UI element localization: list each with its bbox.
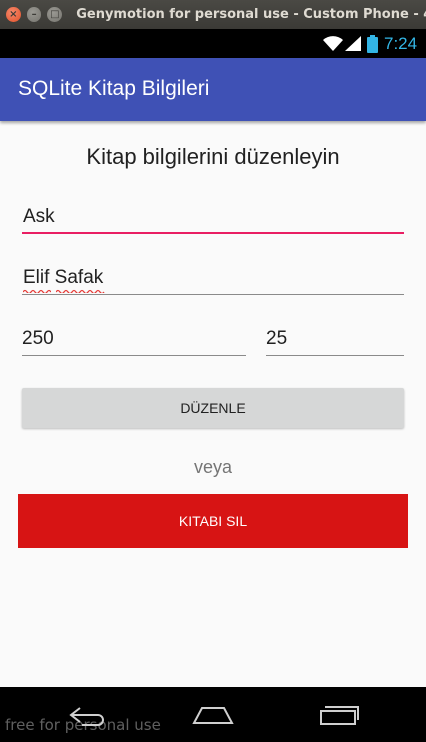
home-icon[interactable] <box>192 704 234 726</box>
author-underline <box>22 294 404 295</box>
app-title: SQLite Kitap Bilgileri <box>18 77 210 100</box>
window-minimize-icon[interactable]: – <box>26 7 42 22</box>
spellcheck-underline <box>56 289 105 293</box>
window-title: Genymotion for personal use - Custom Pho… <box>76 7 426 22</box>
status-clock: 7:24 <box>384 34 418 53</box>
recent-apps-icon[interactable] <box>318 704 360 726</box>
price-underline <box>266 355 404 356</box>
window-close-icon[interactable]: × <box>6 7 21 22</box>
app-bar: SQLite Kitap Bilgileri <box>0 58 426 121</box>
edit-button[interactable]: DÜZENLE <box>22 388 404 428</box>
pages-underline <box>22 355 246 356</box>
signal-icon <box>345 36 361 51</box>
price-field[interactable]: 25 <box>266 328 404 354</box>
or-label: veya <box>193 457 233 477</box>
battery-icon <box>367 35 378 53</box>
pages-field[interactable]: 250 <box>22 328 246 354</box>
status-bar <box>0 29 426 58</box>
delete-book-button[interactable]: KITABI SIL <box>18 494 408 548</box>
edit-book-form: Kitap bilgilerini düzenleyin Ask Elif Sa… <box>0 121 426 687</box>
window-title-bar: × – □ Genymotion for personal use - Cust… <box>0 0 426 29</box>
wifi-icon <box>323 36 343 51</box>
emulator-window: × – □ Genymotion for personal use - Cust… <box>0 0 426 742</box>
watermark: free for personal use <box>5 716 161 734</box>
spellcheck-underline <box>23 289 51 293</box>
form-heading: Kitap bilgilerini düzenleyin <box>86 144 340 169</box>
window-maximize-icon[interactable]: □ <box>47 7 63 22</box>
book-title-field[interactable]: Ask <box>23 206 403 232</box>
book-title-underline <box>22 232 404 234</box>
